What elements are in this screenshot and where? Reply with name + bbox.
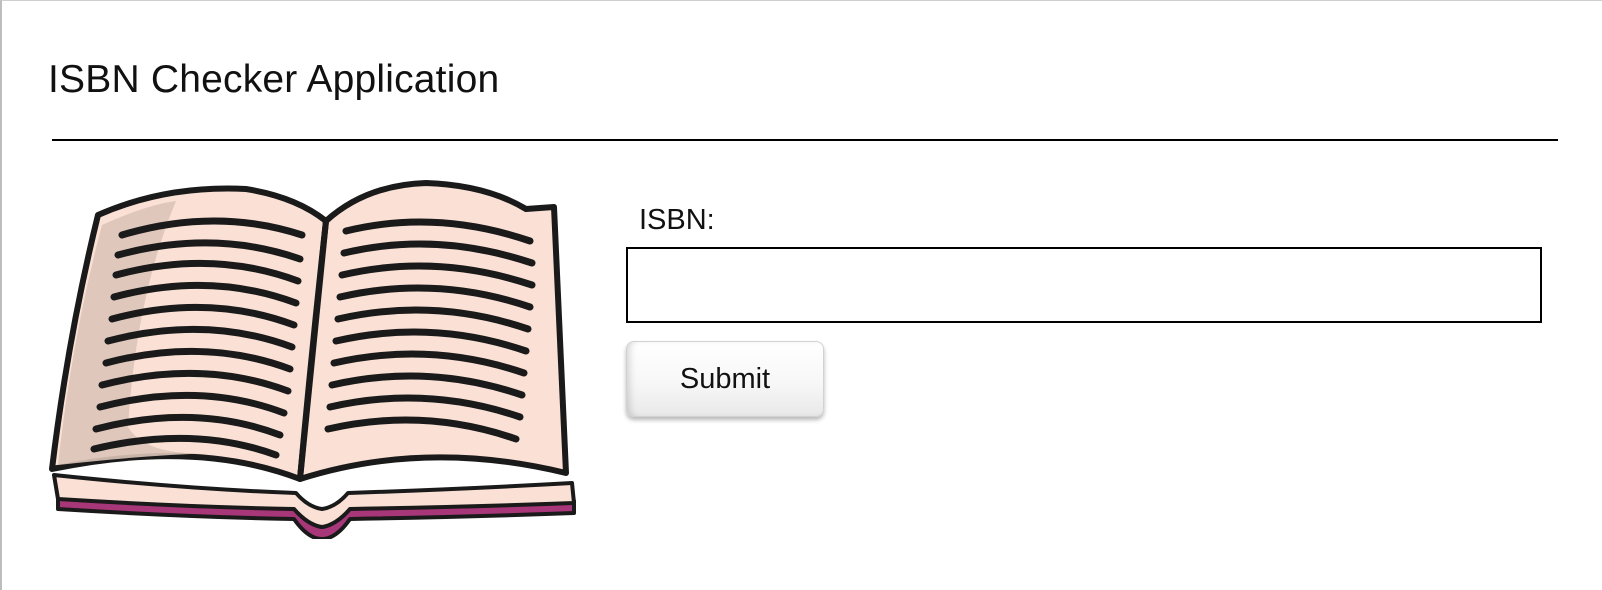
- isbn-input[interactable]: [626, 247, 1542, 323]
- open-book-icon: [49, 180, 576, 539]
- submit-button[interactable]: Submit: [626, 341, 824, 417]
- app-window: ISBN Checker Application ISBN: Submit: [0, 0, 1602, 590]
- isbn-label: ISBN:: [639, 204, 715, 236]
- page-title: ISBN Checker Application: [48, 58, 500, 101]
- header-divider: [52, 139, 1558, 141]
